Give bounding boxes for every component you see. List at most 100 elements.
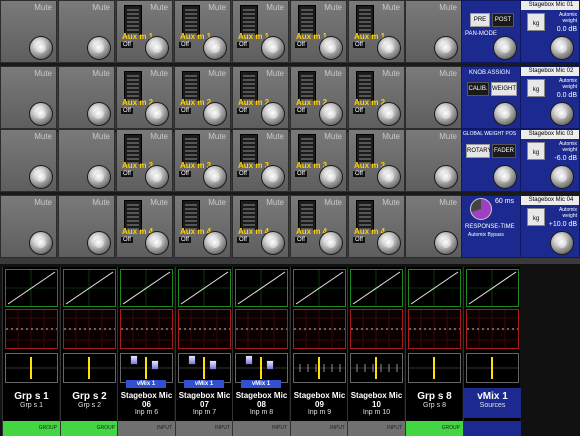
aux-fader[interactable]: [182, 5, 200, 35]
mute-button[interactable]: Mute: [92, 198, 110, 207]
fader-cap[interactable]: [245, 355, 253, 365]
channel-strip[interactable]: Grp s 8 Grp s 8 GROUP: [405, 267, 463, 436]
mute-button[interactable]: Mute: [324, 3, 342, 12]
aux-fader[interactable]: [182, 71, 200, 101]
off-button[interactable]: Off: [121, 171, 133, 177]
gain-knob[interactable]: [203, 102, 227, 126]
aux-fader[interactable]: [124, 5, 142, 35]
weight-button[interactable]: WEIGHT: [491, 82, 517, 96]
fader-button[interactable]: FADER: [492, 144, 516, 158]
gain-knob[interactable]: [203, 165, 227, 189]
mute-button[interactable]: Mute: [208, 3, 226, 12]
gain-knob[interactable]: [87, 36, 111, 60]
eq-graph[interactable]: [408, 309, 461, 349]
off-button[interactable]: Off: [237, 42, 249, 48]
fader-cap[interactable]: [209, 360, 217, 370]
gain-knob[interactable]: [145, 36, 169, 60]
mute-button[interactable]: Mute: [150, 132, 168, 141]
eq-graph[interactable]: [350, 309, 403, 349]
mute-button[interactable]: Mute: [439, 198, 457, 207]
aux-fader[interactable]: [124, 200, 142, 230]
mute-button[interactable]: Mute: [92, 3, 110, 12]
gain-knob[interactable]: [145, 102, 169, 126]
gain-knob[interactable]: [377, 102, 401, 126]
dynamics-graph[interactable]: [408, 269, 461, 307]
strip-name[interactable]: Stagebox Mic 10 Inp m 10: [348, 388, 405, 418]
level-meter[interactable]: [408, 353, 461, 383]
gain-knob[interactable]: [261, 165, 285, 189]
gain-knob[interactable]: [29, 36, 53, 60]
aux-fader[interactable]: [124, 134, 142, 164]
aux-fader[interactable]: [124, 71, 142, 101]
eq-graph[interactable]: [178, 309, 231, 349]
gain-knob[interactable]: [87, 231, 111, 255]
eq-graph[interactable]: [5, 309, 58, 349]
eq-graph[interactable]: [466, 309, 519, 349]
dynamics-graph[interactable]: [235, 269, 288, 307]
level-meter[interactable]: [350, 353, 403, 383]
strip-name[interactable]: Grp s 1 Grp s 1: [3, 388, 60, 418]
off-button[interactable]: Off: [179, 42, 191, 48]
level-meter[interactable]: [466, 353, 519, 383]
level-meter[interactable]: [63, 353, 116, 383]
rotary-button[interactable]: ROTARY: [466, 144, 491, 158]
response-time-dial[interactable]: [470, 198, 492, 220]
aux-fader[interactable]: [298, 71, 316, 101]
gain-knob[interactable]: [319, 102, 343, 126]
gain-knob[interactable]: [377, 165, 401, 189]
gain-knob[interactable]: [87, 165, 111, 189]
level-meter[interactable]: [235, 353, 288, 383]
dynamics-graph[interactable]: [178, 269, 231, 307]
panel-knob[interactable]: [493, 165, 517, 189]
gain-knob[interactable]: [87, 102, 111, 126]
fader-cap[interactable]: [130, 355, 138, 365]
gain-knob[interactable]: [434, 165, 458, 189]
dynamics-graph[interactable]: [120, 269, 173, 307]
off-button[interactable]: Off: [353, 237, 365, 243]
aux-fader[interactable]: [240, 200, 258, 230]
mute-button[interactable]: Mute: [208, 198, 226, 207]
mute-button[interactable]: Mute: [34, 198, 52, 207]
mute-button[interactable]: Mute: [439, 69, 457, 78]
level-meter[interactable]: [5, 353, 58, 383]
mute-button[interactable]: Mute: [324, 69, 342, 78]
fader-cap[interactable]: [266, 360, 274, 370]
fader-cap[interactable]: [188, 355, 196, 365]
off-button[interactable]: Off: [295, 237, 307, 243]
off-button[interactable]: Off: [295, 108, 307, 114]
mute-button[interactable]: Mute: [382, 3, 400, 12]
dynamics-graph[interactable]: [350, 269, 403, 307]
aux-fader[interactable]: [298, 200, 316, 230]
gain-knob[interactable]: [261, 102, 285, 126]
mute-button[interactable]: Mute: [150, 69, 168, 78]
channel-strip[interactable]: Stagebox Mic 09 Inp m 9 INPUT: [290, 267, 348, 436]
dynamics-graph[interactable]: [63, 269, 116, 307]
gain-knob[interactable]: [319, 36, 343, 60]
mute-button[interactable]: Mute: [266, 198, 284, 207]
level-meter[interactable]: [120, 353, 173, 383]
mute-button[interactable]: Mute: [266, 69, 284, 78]
gain-knob[interactable]: [29, 102, 53, 126]
gain-knob[interactable]: [203, 231, 227, 255]
eq-graph[interactable]: [63, 309, 116, 349]
strip-name[interactable]: vMix 1 Sources: [464, 388, 521, 418]
gain-knob[interactable]: [434, 102, 458, 126]
gain-knob[interactable]: [145, 231, 169, 255]
gain-knob[interactable]: [434, 36, 458, 60]
weight-knob[interactable]: [550, 231, 574, 255]
aux-fader[interactable]: [182, 200, 200, 230]
mute-button[interactable]: Mute: [266, 132, 284, 141]
gain-knob[interactable]: [203, 36, 227, 60]
aux-fader[interactable]: [356, 71, 374, 101]
off-button[interactable]: Off: [179, 237, 191, 243]
strip-name[interactable]: Stagebox Mic 09 Inp m 9: [291, 388, 348, 418]
off-button[interactable]: Off: [353, 42, 365, 48]
off-button[interactable]: Off: [179, 108, 191, 114]
panel-knob[interactable]: [493, 36, 517, 60]
eq-graph[interactable]: [120, 309, 173, 349]
off-button[interactable]: Off: [295, 42, 307, 48]
off-button[interactable]: Off: [121, 108, 133, 114]
channel-strip[interactable]: vMix 1 Stagebox Mic 08 Inp m 8 INPUT: [232, 267, 290, 436]
strip-name[interactable]: Stagebox Mic 06 Inp m 6: [118, 388, 175, 418]
mute-button[interactable]: Mute: [382, 198, 400, 207]
